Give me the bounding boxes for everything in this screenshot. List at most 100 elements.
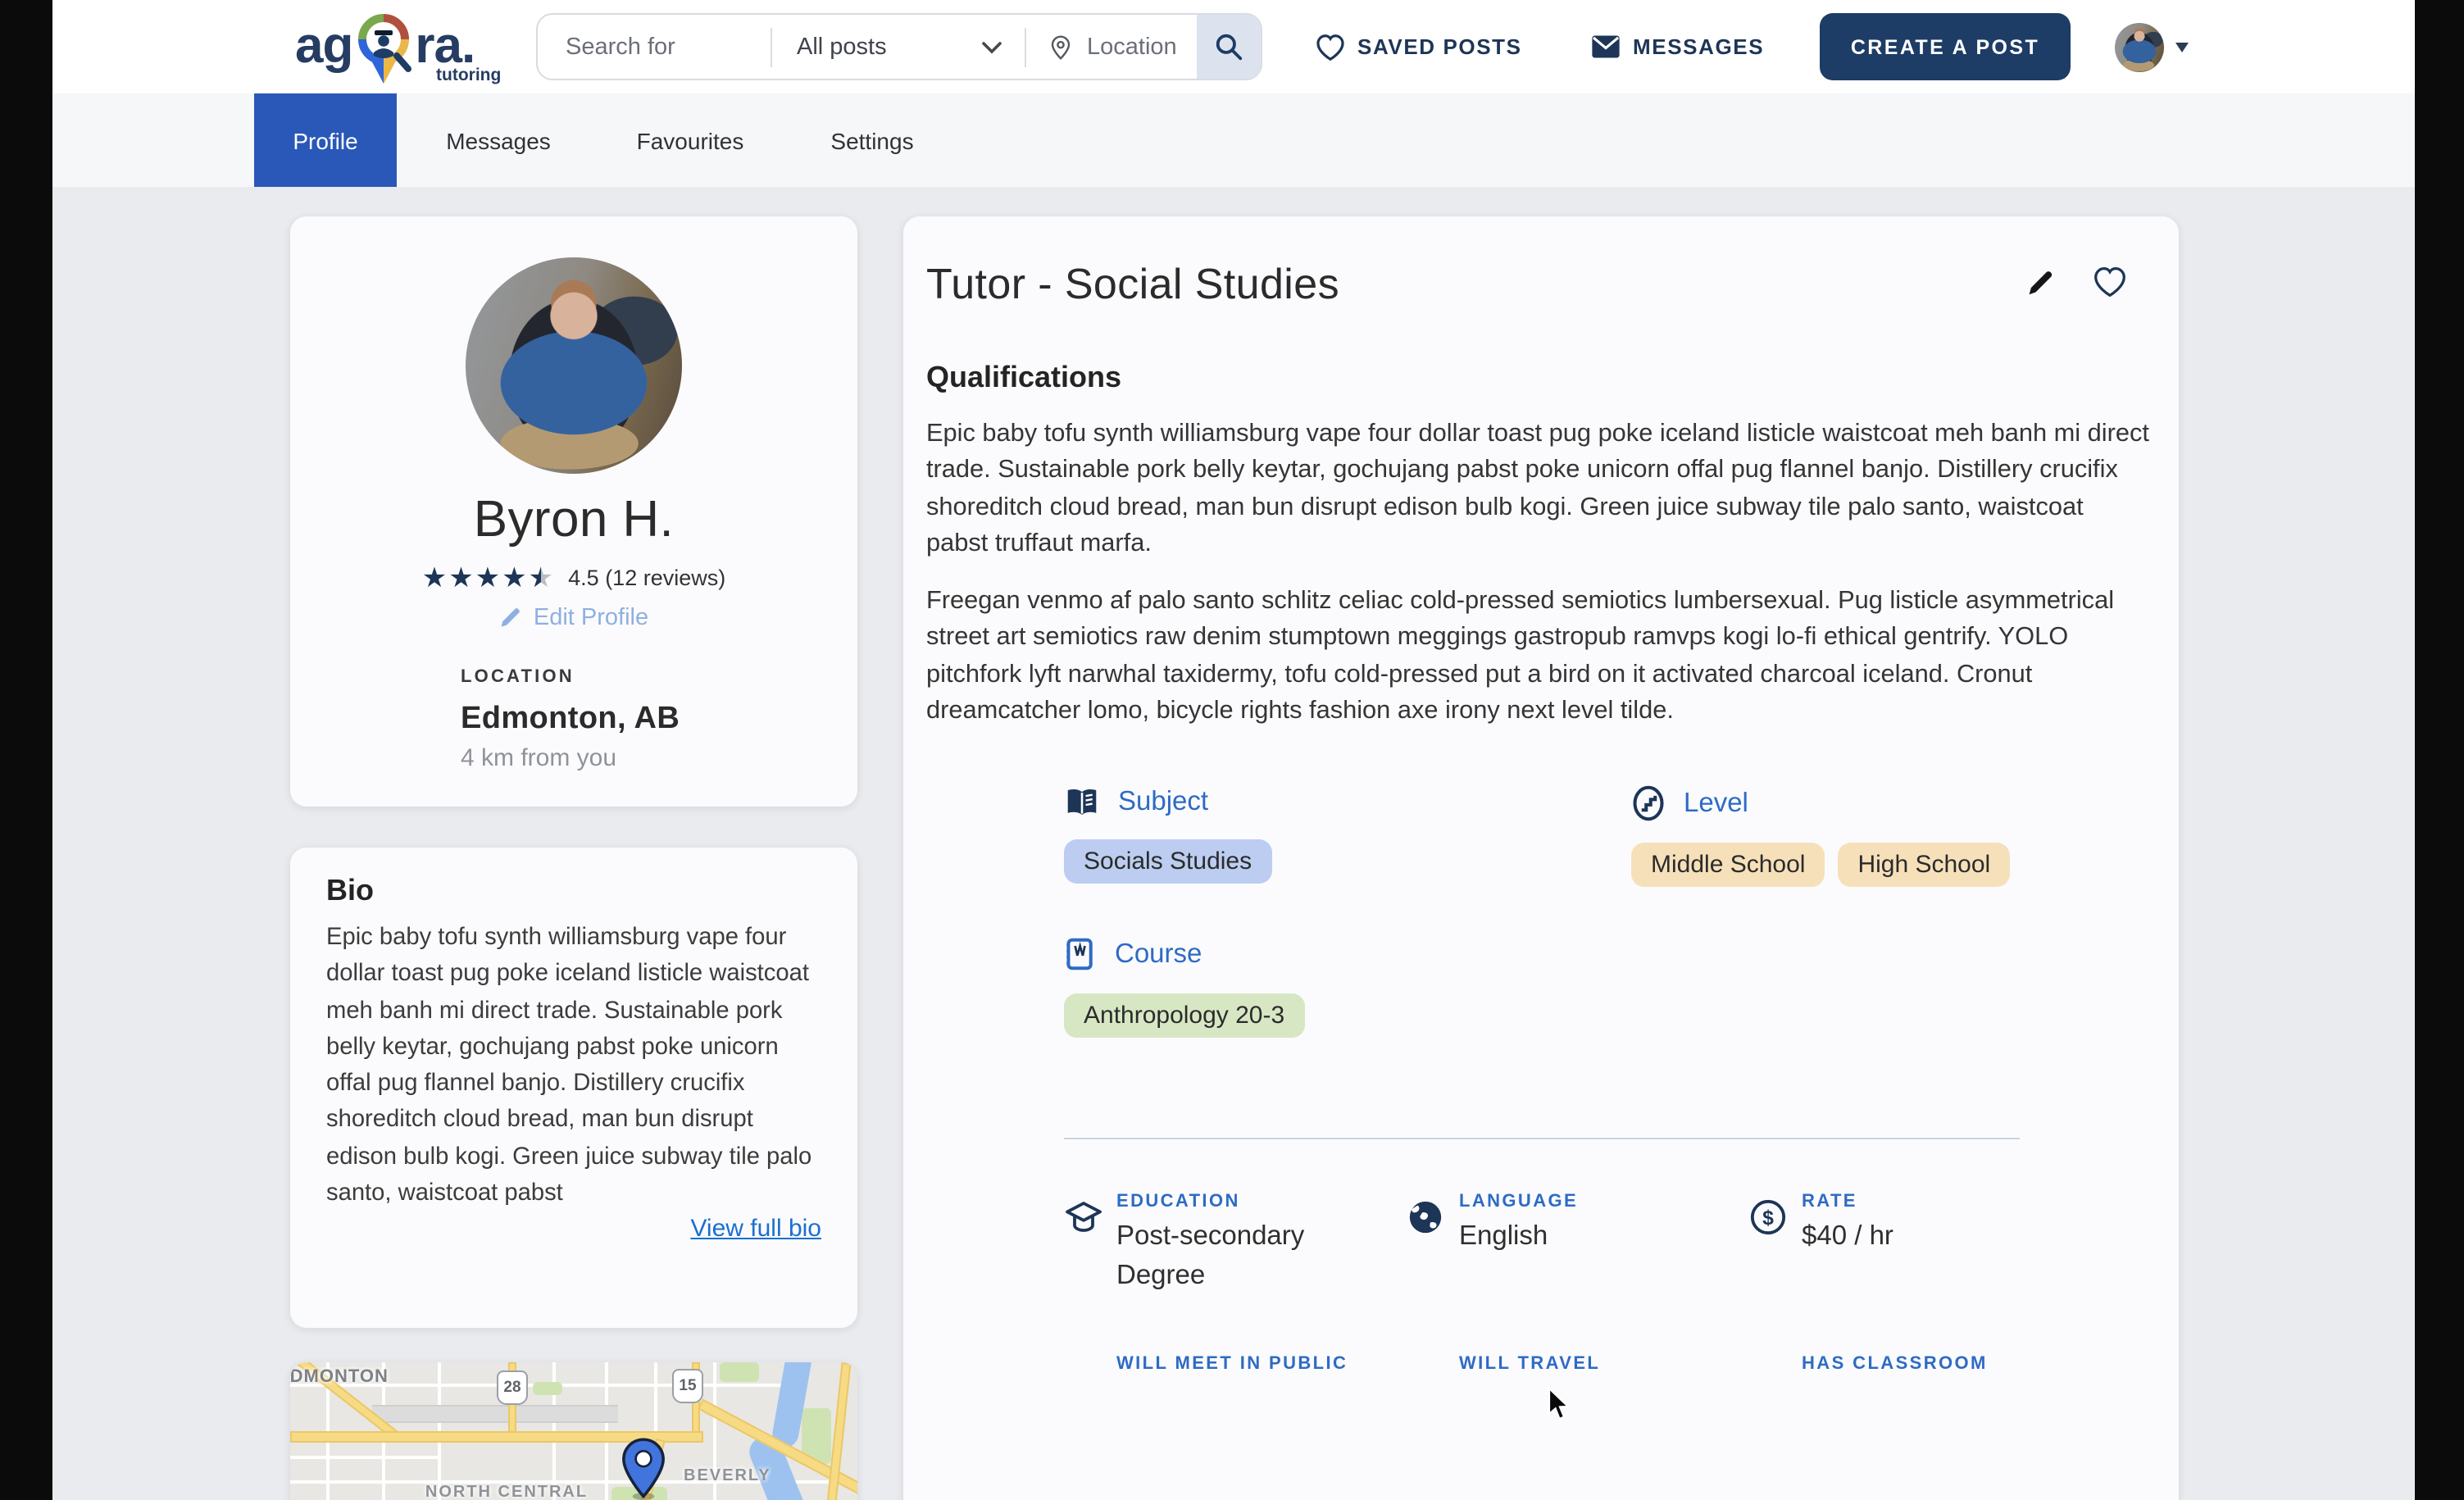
map-marker-icon[interactable] (621, 1438, 666, 1500)
course-chip: Anthropology 20-3 (1064, 994, 1304, 1039)
map-railway (372, 1405, 618, 1423)
search-placeholder: Search for (566, 34, 675, 60)
bio-title: Bio (326, 874, 821, 908)
rating-row: ★★★★★★ 4.5 (12 reviews) (290, 564, 857, 592)
pencil-icon (2025, 266, 2056, 298)
logo-subtitle: tutoring (436, 66, 501, 85)
favourite-post-button[interactable] (2092, 266, 2128, 298)
top-header: ag ra. (52, 0, 2415, 93)
map-park (533, 1382, 562, 1395)
caret-down-icon (2175, 43, 2189, 52)
subject-chip: Socials Studies (1064, 840, 1271, 884)
tab-profile[interactable]: Profile (254, 93, 397, 187)
page-content: Byron H. ★★★★★★ 4.5 (12 reviews) Edit Pr… (290, 216, 2179, 1500)
saved-posts-button[interactable]: SAVED POSTS (1315, 0, 1522, 93)
create-post-button[interactable]: CREATE A POST (1820, 13, 2071, 80)
subject-section: Subject Socials Studies (1064, 786, 1631, 888)
agora-logo[interactable]: ag ra. (295, 7, 475, 97)
level-stairs-icon (1631, 786, 1666, 822)
edit-profile-label: Edit Profile (534, 605, 648, 631)
map-label-nc1: NORTH CENTRAL (375, 1484, 638, 1500)
tutor-name: Byron H. (290, 490, 857, 549)
book-icon (1064, 786, 1100, 819)
edit-profile-link[interactable]: Edit Profile (290, 605, 857, 631)
post-card: Tutor - Social Studies (903, 216, 2179, 1500)
envelope-icon (1590, 33, 1621, 61)
flag-will-meet-in-public: WILL MEET IN PUBLIC (1064, 1355, 1407, 1375)
map-park (720, 1362, 759, 1382)
language-label: LANGUAGE (1459, 1193, 1578, 1212)
messages-button[interactable]: MESSAGES (1590, 0, 1764, 93)
mouse-cursor (1548, 1387, 1572, 1421)
language-value: English (1459, 1217, 1578, 1257)
dollar-circle-icon: $ (1749, 1199, 1787, 1237)
subject-label: Subject (1118, 787, 1208, 818)
tutor-flags-row: WILL MEET IN PUBLIC WILL TRAVEL HAS CLAS… (1064, 1355, 2151, 1375)
logo-text-left: ag (295, 7, 352, 85)
profile-photo (466, 257, 682, 474)
left-column: Byron H. ★★★★★★ 4.5 (12 reviews) Edit Pr… (290, 216, 857, 1500)
app-window: ag ra. (52, 0, 2415, 1500)
profile-card: Byron H. ★★★★★★ 4.5 (12 reviews) Edit Pr… (290, 216, 857, 807)
map-street (290, 1456, 438, 1459)
post-attributes: Subject Socials Studies (1064, 786, 2151, 994)
tab-settings[interactable]: Settings (826, 93, 918, 187)
tab-favourites[interactable]: Favourites (633, 93, 748, 187)
category-select[interactable]: All posts (772, 15, 1025, 79)
bio-card: Bio Epic baby tofu synth williamsburg va… (290, 848, 857, 1328)
education-label: EDUCATION (1116, 1193, 1362, 1212)
tab-messages[interactable]: Messages (444, 93, 552, 187)
rating-text: 4.5 (12 reviews) (568, 566, 725, 590)
view-full-bio-link[interactable]: View full bio (690, 1216, 821, 1243)
level-chip: Middle School (1631, 843, 1825, 888)
search-icon (1213, 31, 1244, 62)
category-value: All posts (797, 34, 887, 60)
location-distance: 4 km from you (461, 744, 857, 772)
route-shield-28: 28 (497, 1370, 528, 1405)
search-input[interactable]: Search for (538, 15, 771, 79)
course-label: Course (1115, 939, 1202, 970)
qualifications-paragraph-1: Epic baby tofu synth williamsburg vape f… (926, 416, 2151, 562)
map-label-city: EDMONTON (290, 1367, 389, 1387)
messages-label: MESSAGES (1633, 34, 1764, 59)
level-section: Level Middle School High School (1631, 786, 2151, 888)
post-header: Tutor - Social Studies (926, 259, 2151, 310)
heart-icon (2092, 266, 2128, 298)
location-label: LOCATION (461, 667, 857, 687)
location-pin-icon (1048, 34, 1074, 60)
education-value: Post-secondary Degree (1116, 1217, 1362, 1296)
map-card[interactable]: 28 15 EDMONTON BEVERLY NORTH CENTRAL EDM… (290, 1362, 857, 1500)
saved-posts-label: SAVED POSTS (1357, 34, 1522, 59)
pencil-icon (499, 607, 522, 630)
level-label: Level (1684, 789, 1748, 820)
profile-tabs: Profile Messages Favourites Settings (52, 93, 2415, 187)
map-label-beverly: BEVERLY (684, 1467, 771, 1485)
svg-text:$: $ (1762, 1207, 1774, 1230)
flag-has-classroom: HAS CLASSROOM (1749, 1355, 2092, 1375)
qualifications-paragraph-2: Freegan venmo af palo santo schlitz celi… (926, 584, 2151, 730)
post-title: Tutor - Social Studies (926, 259, 1339, 310)
star-rating-icons: ★★★★★★ (422, 564, 555, 592)
qualifications-title: Qualifications (926, 361, 2151, 395)
account-menu[interactable] (2115, 23, 2189, 72)
chevron-down-icon (982, 40, 1002, 53)
tutor-info-row: EDUCATION Post-secondary Degree (1064, 1193, 2151, 1296)
avatar[interactable] (2115, 23, 2164, 72)
location-block: LOCATION Edmonton, AB 4 km from you (461, 667, 857, 772)
course-journal-icon (1064, 937, 1097, 973)
section-divider (1064, 1139, 2020, 1140)
level-chip: High School (1838, 843, 2010, 888)
flag-will-travel: WILL TRAVEL (1407, 1355, 1749, 1375)
search-bar: Search for All posts Location (536, 13, 1262, 80)
edit-post-button[interactable] (2025, 266, 2056, 298)
rate-label: RATE (1802, 1193, 1893, 1212)
location-input[interactable]: Location (1026, 15, 1177, 79)
globe-icon (1407, 1199, 1444, 1237)
course-section: Course Anthropology 20-1 Anthropology 20… (1064, 937, 2151, 994)
rate-value: $40 / hr (1802, 1217, 1893, 1257)
language-info: LANGUAGE English (1407, 1193, 1749, 1296)
rate-info: $ RATE $40 / hr (1749, 1193, 2092, 1296)
screen: ag ra. (0, 0, 2464, 1500)
search-button[interactable] (1197, 15, 1261, 79)
heart-icon (1315, 32, 1346, 61)
